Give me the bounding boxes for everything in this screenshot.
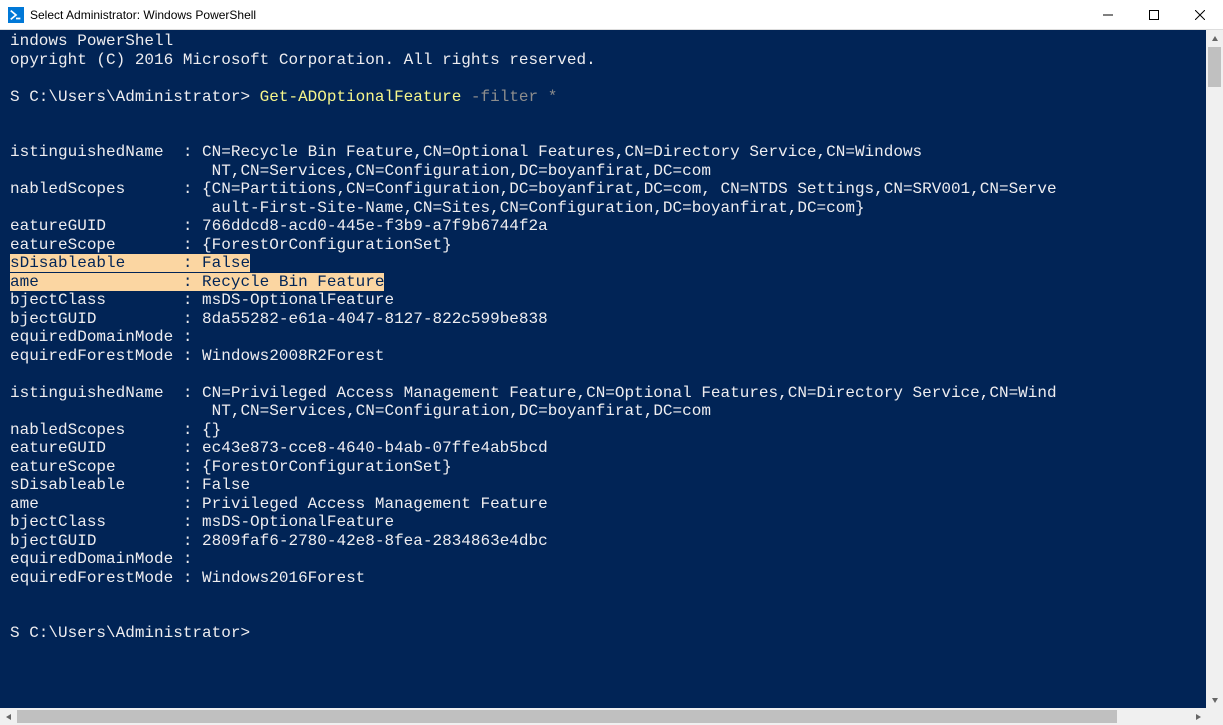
prop-value: 2809faf6-2780-42e8-8fea-2834863e4dbc (202, 532, 548, 550)
prop-label: equiredDomainMode (10, 328, 173, 346)
prop-label: eatureScope (10, 236, 116, 254)
prompt: S C:\Users\Administrator> (10, 88, 250, 106)
prop-label: equiredForestMode (10, 569, 173, 587)
highlighted-row: sDisableable : False ame : Recycle Bin F… (10, 254, 384, 291)
prop-value: msDS-OptionalFeature (202, 291, 394, 309)
prop-value: {ForestOrConfigurationSet} (202, 236, 452, 254)
prop-value: CN=Privileged Access Management Feature,… (202, 384, 1057, 402)
ps-header-line: indows PowerShell (10, 32, 173, 50)
prop-value: 766ddcd8-acd0-445e-f3b9-a7f9b6744f2a (202, 217, 548, 235)
scrollbar-corner (1206, 708, 1223, 725)
prop-label: equiredForestMode (10, 347, 173, 365)
prop-label: bjectClass (10, 291, 106, 309)
prop-label: sDisableable (10, 476, 125, 494)
hscroll-track[interactable] (17, 708, 1189, 725)
prop-value: False (202, 476, 250, 494)
prop-value: ec43e873-cce8-4640-b4ab-07ffe4ab5bcd (202, 439, 548, 457)
vertical-scrollbar[interactable] (1206, 30, 1223, 708)
prop-label: bjectGUID (10, 310, 96, 328)
hscroll-thumb[interactable] (17, 710, 1117, 723)
scroll-right-arrow-icon[interactable] (1189, 708, 1206, 725)
cmdlet-param-value: * (548, 88, 558, 106)
scroll-up-arrow-icon[interactable] (1206, 30, 1223, 47)
powershell-icon (8, 7, 24, 23)
close-button[interactable] (1177, 0, 1223, 30)
prop-value: {CN=Partitions,CN=Configuration,DC=boyan… (202, 180, 1057, 198)
prop-value: Privileged Access Management Feature (202, 495, 548, 513)
cmdlet-param-flag: -filter (471, 88, 538, 106)
maximize-button[interactable] (1131, 0, 1177, 30)
scroll-down-arrow-icon[interactable] (1206, 691, 1223, 708)
prop-value: False (202, 254, 250, 272)
prop-label: ame (10, 273, 39, 291)
prop-value: Windows2008R2Forest (202, 347, 384, 365)
prop-label: eatureGUID (10, 439, 106, 457)
window-title: Select Administrator: Windows PowerShell (30, 8, 1085, 22)
prop-label: bjectGUID (10, 532, 96, 550)
minimize-button[interactable] (1085, 0, 1131, 30)
prop-value: 8da55282-e61a-4047-8127-822c599be838 (202, 310, 548, 328)
prop-value: msDS-OptionalFeature (202, 513, 394, 531)
vscroll-thumb[interactable] (1208, 47, 1221, 87)
titlebar: Select Administrator: Windows PowerShell (0, 0, 1223, 30)
prop-value: {ForestOrConfigurationSet} (202, 458, 452, 476)
prop-label: eatureScope (10, 458, 116, 476)
prompt: S C:\Users\Administrator> (10, 624, 250, 642)
scroll-left-arrow-icon[interactable] (0, 708, 17, 725)
prop-label: istinguishedName (10, 384, 164, 402)
prop-value: ault-First-Site-Name,CN=Sites,CN=Configu… (212, 199, 865, 217)
prop-value: CN=Recycle Bin Feature,CN=Optional Featu… (202, 143, 922, 161)
prop-label: ame (10, 495, 39, 513)
prop-label: nabledScopes (10, 421, 125, 439)
prop-label: nabledScopes (10, 180, 125, 198)
prop-label: istinguishedName (10, 143, 164, 161)
prop-label: bjectClass (10, 513, 106, 531)
vscroll-track[interactable] (1206, 47, 1223, 691)
prop-label: equiredDomainMode (10, 550, 173, 568)
ps-copyright-line: opyright (C) 2016 Microsoft Corporation.… (10, 51, 596, 69)
prop-value: Windows2016Forest (202, 569, 365, 587)
prop-value: NT,CN=Services,CN=Configuration,DC=boyan… (212, 162, 711, 180)
terminal-output[interactable]: indows PowerShell opyright (C) 2016 Micr… (0, 30, 1223, 708)
horizontal-scrollbar[interactable] (0, 708, 1223, 725)
prop-label: sDisableable (10, 254, 125, 272)
cmdlet-name: Get-ADOptionalFeature (260, 88, 462, 106)
prop-value: Recycle Bin Feature (202, 273, 384, 291)
prop-value: NT,CN=Services,CN=Configuration,DC=boyan… (212, 402, 711, 420)
prop-label: eatureGUID (10, 217, 106, 235)
prop-value: {} (202, 421, 221, 439)
